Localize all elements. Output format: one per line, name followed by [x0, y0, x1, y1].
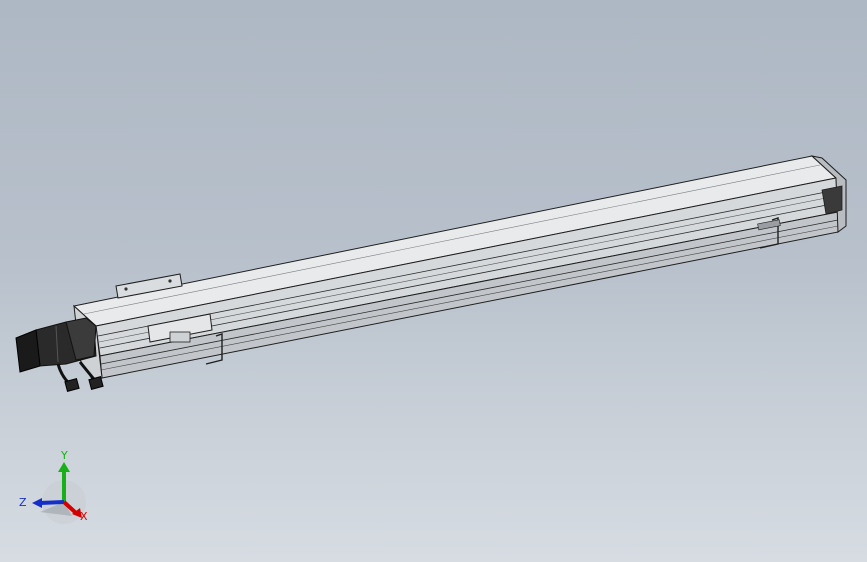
triad-y-arrowhead [58, 462, 70, 472]
triad-z-label: Z [19, 496, 27, 509]
triad-z-arrowhead [32, 498, 42, 508]
triad-y-label: Y [60, 449, 68, 462]
cable-connector-2 [88, 376, 104, 390]
cad-scene[interactable]: Y Z X [0, 0, 867, 562]
graphics-viewport[interactable]: Y Z X [0, 0, 867, 562]
end-cap-opening [821, 185, 843, 215]
triad-x-label: X [80, 510, 88, 523]
bracket-hole-1 [124, 287, 128, 291]
linear-actuator-model[interactable] [15, 155, 847, 392]
triad-z-axis [39, 500, 65, 505]
reference-triad[interactable]: Y Z X [19, 449, 88, 524]
motor-face [15, 329, 41, 373]
carriage-plate [169, 331, 191, 343]
bracket-hole-2 [168, 279, 172, 283]
